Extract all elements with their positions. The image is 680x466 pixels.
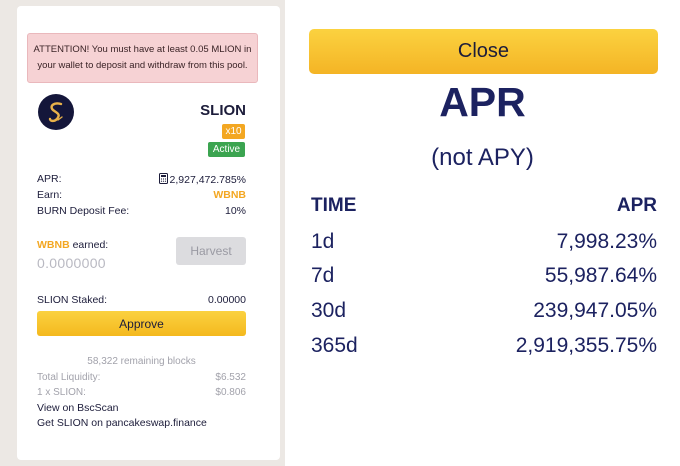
row-apr: 7,998.23%: [556, 230, 657, 253]
row-time: 1d: [311, 230, 335, 253]
apr-modal: Close APR (not APY) TIME APR 1d 7,998.23…: [285, 0, 680, 466]
apr-value: 2,927,472.785%: [169, 174, 246, 186]
earned-value: 0.0000000: [37, 255, 106, 271]
earned-suffix: earned:: [72, 239, 109, 251]
bscscan-link[interactable]: View on BscScan: [37, 402, 119, 414]
multiplier-badge: x10: [222, 124, 245, 139]
staked-label: SLION Staked:: [37, 294, 108, 306]
token-price-value: $0.806: [215, 387, 246, 398]
burn-fee-value: 10%: [224, 205, 246, 217]
pool-card: ATTENTION! You must have at least 0.05 M…: [17, 6, 280, 460]
close-button[interactable]: Close: [309, 29, 658, 74]
row-time: 30d: [311, 299, 347, 322]
earned-label: WBNB earned:: [37, 239, 108, 251]
slion-logo-icon: [38, 94, 74, 130]
row-time: 7d: [311, 264, 335, 287]
approve-button[interactable]: Approve: [37, 311, 246, 336]
earn-label: Earn:: [37, 189, 63, 201]
row-apr: 239,947.05%: [533, 299, 657, 322]
calculator-icon[interactable]: [158, 173, 168, 184]
status-badge: Active: [208, 142, 245, 157]
burn-fee-label: BURN Deposit Fee:: [37, 205, 130, 217]
earned-token: WBNB: [37, 239, 70, 251]
row-time: 365d: [311, 334, 358, 357]
modal-title: APR: [439, 79, 526, 125]
token-price-label: 1 x SLION:: [37, 387, 86, 398]
row-apr: 2,919,355.75%: [515, 334, 657, 357]
row-apr: 55,987.64%: [544, 264, 657, 287]
pancakeswap-link[interactable]: Get SLION on pancakeswap.finance: [37, 417, 207, 429]
header-apr: APR: [616, 195, 657, 216]
total-liquidity-value: $6.532: [215, 372, 246, 383]
attention-line-2: your wallet to deposit and withdraw from…: [37, 60, 248, 71]
harvest-button[interactable]: Harvest: [176, 237, 246, 265]
header-time: TIME: [311, 195, 357, 216]
remaining-blocks: 58,322 remaining blocks: [87, 356, 196, 367]
apr-label: APR:: [37, 173, 62, 185]
earn-value: WBNB: [213, 189, 246, 201]
modal-subtitle: (not APY): [431, 144, 534, 171]
apr-value-wrap[interactable]: 2,927,472.785%: [158, 173, 246, 186]
token-name: SLION: [200, 102, 246, 119]
attention-line-1: ATTENTION! You must have at least 0.05 M…: [33, 44, 252, 55]
staked-value: 0.00000: [208, 294, 246, 306]
total-liquidity-label: Total Liquidity:: [37, 372, 101, 383]
attention-banner: ATTENTION! You must have at least 0.05 M…: [27, 33, 258, 83]
